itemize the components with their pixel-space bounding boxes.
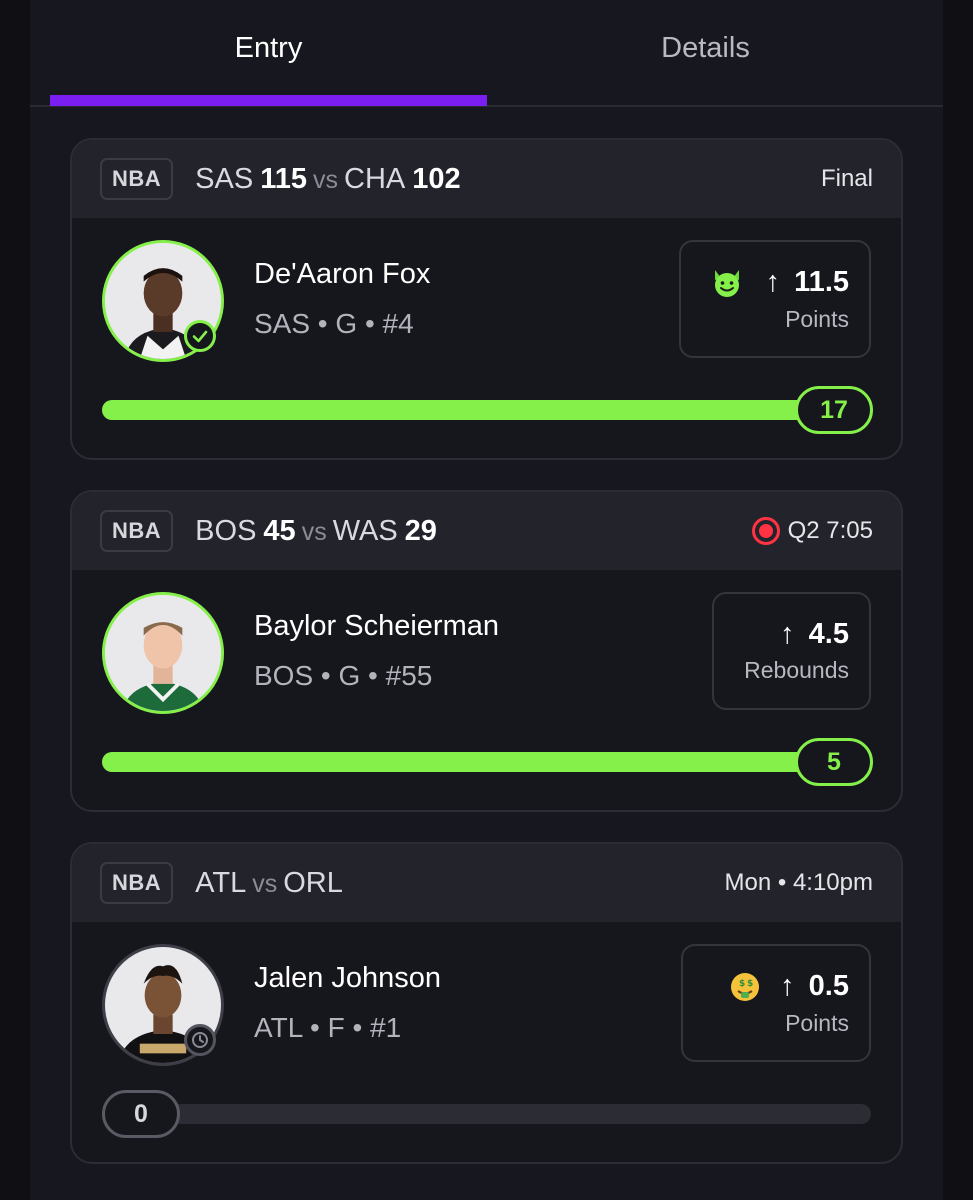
player-avatar[interactable]: [102, 592, 224, 714]
pick-line-box[interactable]: ↑ 4.5 Rebounds: [712, 592, 871, 710]
svg-text:$: $: [739, 979, 745, 989]
pick-stat: Points: [785, 1009, 849, 1036]
home-score: 45: [263, 514, 296, 547]
devil-emoji-icon: [714, 269, 739, 297]
game-status: Final: [821, 165, 873, 193]
game-status: Mon • 4:10pm: [725, 869, 873, 897]
pick-card[interactable]: NBA ATL vs ORL Mon • 4:10pm Jalen Johnso…: [70, 842, 903, 1164]
pick-card[interactable]: NBA BOS 45 vs WAS 29 Q2 7:05 Baylor Sche…: [70, 490, 903, 812]
tab-bar: Entry Details: [30, 0, 943, 107]
money-mouth-emoji-icon: $ $: [731, 972, 760, 1001]
game-status-text: Mon • 4:10pm: [724, 869, 873, 896]
away-team: CHA: [344, 162, 406, 195]
player-name: Baylor Scheierman: [254, 610, 499, 642]
matchup: ATL vs ORL: [195, 867, 343, 900]
home-score: 115: [260, 162, 307, 195]
league-badge: NBA: [100, 158, 174, 200]
game-status: Q2 7:05: [751, 517, 873, 545]
vs-label: vs: [301, 517, 327, 546]
pick-line-box[interactable]: $ $ ↑ 0.5 Points: [681, 944, 871, 1062]
progress-value-pill: 0: [102, 1090, 180, 1138]
pick-stat: Points: [785, 305, 849, 332]
arrow-up-icon: ↑: [780, 618, 795, 650]
game-status-text: Final: [820, 165, 873, 192]
player-name: Jalen Johnson: [254, 962, 442, 994]
card-header: NBA SAS 115 vs CHA 102 Final: [72, 140, 901, 218]
away-team: ORL: [283, 866, 343, 899]
player-meta: SAS • G • #4: [254, 308, 414, 339]
right-gutter: [943, 0, 973, 1200]
home-team: SAS: [195, 162, 254, 195]
vs-label: vs: [313, 165, 338, 194]
home-team: ATL: [195, 866, 247, 899]
tab-details[interactable]: Details: [487, 0, 924, 105]
league-badge: NBA: [100, 862, 174, 904]
progress-fill: [102, 400, 871, 420]
entry-screen: Entry Details NBA SAS 115 vs CHA 102 Fin…: [30, 0, 943, 1200]
tab-entry[interactable]: Entry: [50, 0, 487, 105]
live-indicator-icon: [751, 517, 780, 545]
matchup: BOS 45 vs WAS 29: [195, 515, 437, 548]
progress-bar: 5: [102, 738, 873, 786]
matchup: SAS 115 vs CHA 102: [195, 163, 460, 196]
arrow-up-icon: ↑: [780, 970, 795, 1002]
away-score: 29: [404, 514, 437, 547]
progress-fill: [102, 752, 871, 772]
league-badge: NBA: [100, 510, 174, 552]
pick-line-value: 11.5: [794, 266, 849, 298]
pick-line-box[interactable]: ↑ 11.5 Points: [679, 240, 871, 358]
pick-card[interactable]: NBA SAS 115 vs CHA 102 Final De'Aaron Fo…: [70, 138, 903, 460]
card-header: NBA ATL vs ORL Mon • 4:10pm: [72, 844, 901, 922]
svg-text:$: $: [747, 979, 753, 989]
progress-bar: 0: [102, 1090, 871, 1138]
card-header: NBA BOS 45 vs WAS 29 Q2 7:05: [72, 492, 901, 570]
check-circle-icon: [184, 320, 216, 352]
game-status-text: Q2 7:05: [787, 517, 873, 544]
progress-value-pill: 17: [795, 386, 873, 434]
left-gutter: [0, 0, 30, 1200]
player-meta: BOS • G • #55: [254, 660, 433, 691]
vs-label: vs: [252, 869, 278, 898]
home-team: BOS: [195, 514, 257, 547]
pick-stat: Rebounds: [744, 657, 849, 683]
progress-value-pill: 5: [795, 738, 873, 786]
arrow-up-icon: ↑: [765, 266, 781, 298]
player-name: De'Aaron Fox: [254, 258, 431, 290]
clock-icon: [184, 1024, 216, 1056]
away-team: WAS: [332, 514, 398, 547]
player-photo: [105, 595, 221, 711]
pick-line-value: 0.5: [808, 970, 849, 1002]
player-meta: ATL • F • #1: [254, 1012, 402, 1043]
progress-bar: 17: [102, 386, 873, 434]
pick-line-value: 4.5: [808, 618, 849, 650]
active-tab-indicator: [50, 95, 487, 106]
away-score: 102: [412, 162, 461, 195]
